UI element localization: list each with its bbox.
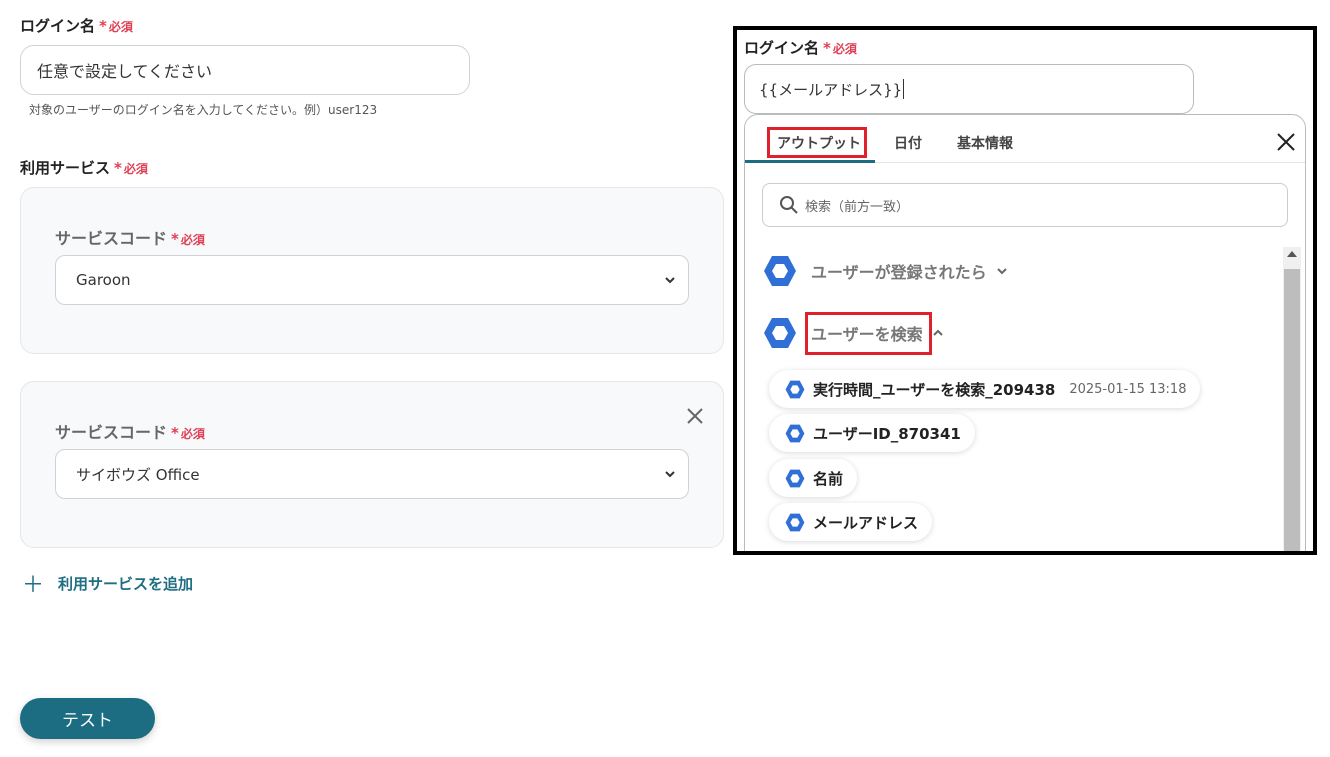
output-item[interactable]: 名前	[769, 459, 858, 497]
close-icon[interactable]	[684, 405, 706, 427]
service-code-label: サービスコード * 必須	[55, 423, 205, 442]
service-code-value: Garoon	[76, 271, 131, 289]
search-placeholder: 検索（前方一致）	[805, 199, 910, 215]
service-code-value: サイボウズ Office	[76, 465, 200, 484]
services-label: 利用サービス * 必須	[20, 157, 148, 178]
services-label-text: 利用サービス	[20, 159, 111, 177]
hexagon-app-icon	[764, 318, 796, 348]
search-icon	[780, 196, 798, 214]
tab-date[interactable]: 日付	[894, 133, 922, 153]
chevron-down-icon	[996, 268, 1007, 275]
hexagon-app-icon	[785, 513, 805, 531]
required-marker: * 必須	[823, 39, 857, 57]
overlay-login-input[interactable]: {{メールアドレス}}	[744, 64, 1194, 114]
scrollbar-thumb[interactable]	[1284, 269, 1300, 551]
output-search-input[interactable]: 検索（前方一致）	[762, 183, 1288, 227]
output-item-label: 実行時間_ユーザーを検索_209438	[813, 380, 1056, 399]
login-input[interactable]: 任意で設定してください	[20, 45, 470, 95]
plus-icon: ＋	[22, 573, 45, 598]
output-item[interactable]: ユーザーID_870341	[769, 414, 975, 452]
tab-basic-info[interactable]: 基本情報	[957, 133, 1013, 153]
output-item-timestamp: 2025-01-15 13:18	[1069, 381, 1187, 397]
add-service-button[interactable]: ＋ 利用サービスを追加	[22, 567, 193, 599]
overlay-login-label: ログイン名 * 必須	[744, 39, 857, 57]
login-label: ログイン名 * 必須	[20, 15, 133, 36]
service-card-1: サービスコード * 必須 Garoon	[20, 187, 724, 354]
hexagon-app-icon	[785, 469, 805, 487]
picker-tabs: アウトプット 日付 基本情報	[745, 115, 1305, 163]
chevron-down-icon	[665, 471, 675, 478]
service-code-select[interactable]: サイボウズ Office	[55, 449, 689, 499]
chevron-down-icon	[665, 277, 675, 284]
scroll-up-arrow-icon[interactable]	[1287, 251, 1297, 257]
login-input-placeholder: 任意で設定してください	[37, 62, 213, 81]
output-item-label: 名前	[813, 469, 844, 488]
highlight-box	[805, 312, 932, 355]
variable-picker-overlay: ログイン名 * 必須 {{メールアドレス}} アウトプット 日付 基本情報 検索（前…	[733, 26, 1317, 555]
output-item[interactable]: メールアドレス	[769, 503, 933, 541]
group-user-registered[interactable]: ユーザーが登録されたら	[763, 255, 1009, 287]
close-icon[interactable]	[1275, 131, 1297, 153]
login-hint: 対象のユーザーのログイン名を入力してください。例）user123	[29, 103, 378, 117]
hexagon-app-icon	[785, 380, 805, 398]
required-marker: * 必須	[171, 424, 205, 442]
group-label: ユーザーが登録されたら	[811, 263, 987, 282]
active-tab-indicator	[745, 160, 875, 163]
output-item-label: メールアドレス	[813, 513, 919, 532]
required-marker: * 必須	[99, 17, 133, 35]
chevron-up-icon	[932, 329, 943, 336]
hexagon-app-icon	[785, 424, 805, 442]
output-item[interactable]: 実行時間_ユーザーを検索_209438 2025-01-15 13:18	[769, 370, 1201, 408]
text-caret	[903, 79, 905, 99]
login-label-text: ログイン名	[20, 17, 96, 35]
required-marker: * 必須	[114, 159, 148, 177]
scrollbar[interactable]	[1283, 247, 1301, 551]
output-picker-panel: アウトプット 日付 基本情報 検索（前方一致） ユーザーが登録されたら ユーザー…	[744, 114, 1306, 551]
test-button[interactable]: テスト	[20, 698, 155, 739]
service-code-label: サービスコード * 必須	[55, 229, 205, 248]
service-card-2: サービスコード * 必須 サイボウズ Office	[20, 381, 724, 548]
highlight-box	[767, 127, 867, 158]
overlay-input-value: {{メールアドレス}}	[759, 80, 903, 99]
required-marker: * 必須	[171, 230, 205, 248]
add-service-label: 利用サービスを追加	[58, 574, 194, 593]
output-item-label: ユーザーID_870341	[813, 424, 961, 443]
hexagon-app-icon	[764, 256, 796, 286]
service-code-select[interactable]: Garoon	[55, 255, 689, 305]
